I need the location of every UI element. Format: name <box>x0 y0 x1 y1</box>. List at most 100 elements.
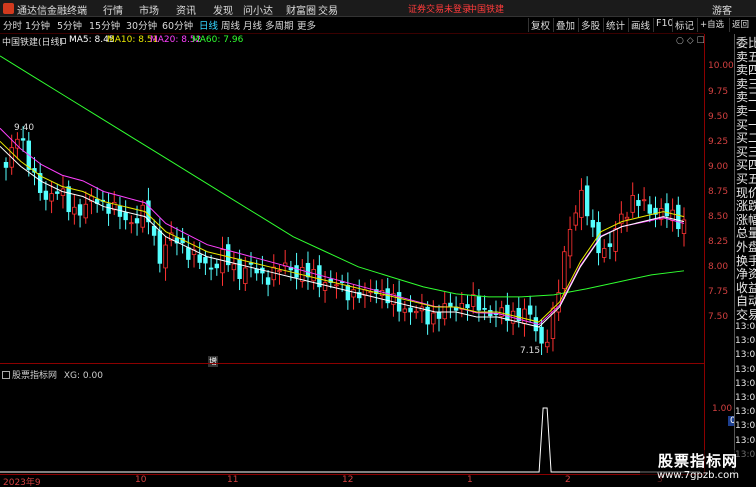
side-panel-item[interactable]: 买五 <box>736 172 756 186</box>
period-timeshare[interactable]: 分时 <box>3 18 22 32</box>
low-price-label: 7.15 <box>520 346 541 356</box>
side-panel-item[interactable]: 买二 <box>736 131 756 145</box>
side-panel-item[interactable]: 委比 <box>736 36 756 50</box>
date-tick: 11 <box>227 475 239 485</box>
period-1min[interactable]: 1分钟 <box>25 18 50 32</box>
multi-stock-button[interactable]: 多股 <box>578 18 602 32</box>
indicator-chart[interactable] <box>0 362 704 474</box>
side-panel-item[interactable]: 涨跌 <box>736 199 756 213</box>
candle <box>94 187 100 213</box>
menu-market-quotes[interactable]: 行情 <box>103 2 123 17</box>
price-tick: 8.00 <box>708 262 729 272</box>
date-tick: 1 <box>467 475 473 485</box>
back-button[interactable]: 返回 <box>729 18 751 32</box>
ma5-line <box>0 145 685 328</box>
period-multi[interactable]: 多周期 <box>265 18 294 32</box>
tick-time: 13:08 <box>735 407 756 418</box>
candle <box>619 201 624 234</box>
candle <box>505 292 510 332</box>
side-panel-item[interactable]: 收益 <box>736 281 756 295</box>
current-stock-link[interactable]: 中国铁建 <box>468 2 504 15</box>
side-panel-item[interactable]: 交易 <box>736 308 756 322</box>
side-panel-item[interactable]: 涨幅 <box>736 213 756 227</box>
side-panel-item[interactable]: 卖二 <box>736 90 756 104</box>
menu-trade[interactable]: 交易 <box>318 2 338 17</box>
menu-market[interactable]: 市场 <box>139 2 159 17</box>
side-panel-item[interactable]: 买四 <box>736 158 756 172</box>
candle <box>431 300 436 333</box>
candle <box>305 251 311 290</box>
price-tick: 7.75 <box>708 287 729 297</box>
side-panel-item[interactable]: 卖四 <box>736 63 756 77</box>
candle <box>527 295 533 323</box>
side-panel-item[interactable]: 卖五 <box>736 50 756 64</box>
candle <box>630 182 635 218</box>
side-panel-item[interactable]: 总量 <box>736 226 756 240</box>
legend-toggle-icon[interactable] <box>60 38 66 44</box>
guest-label[interactable]: 游客 <box>712 2 732 17</box>
login-status[interactable]: 证券交易未登录 <box>408 2 471 15</box>
side-panel-item[interactable]: 卖三 <box>736 77 756 91</box>
side-panel-item[interactable]: 买三 <box>736 145 756 159</box>
side-panel-item[interactable]: 现价 <box>736 186 756 200</box>
candle <box>510 302 516 336</box>
add-watchlist-button[interactable]: +自选 <box>697 18 726 32</box>
candle <box>123 200 128 230</box>
period-monthly[interactable]: 月线 <box>243 18 262 32</box>
candle <box>641 187 647 211</box>
candle <box>66 180 71 221</box>
period-15min[interactable]: 15分钟 <box>89 18 120 32</box>
side-panel-item[interactable]: 外盘 <box>736 240 756 254</box>
candle <box>482 295 487 321</box>
period-more[interactable]: 更多 <box>297 18 316 32</box>
menu-discover[interactable]: 发现 <box>213 2 233 17</box>
candle <box>647 196 653 223</box>
candle <box>129 215 134 234</box>
candle <box>300 259 305 288</box>
candle <box>579 178 584 231</box>
side-panel-item[interactable]: 净资 <box>736 267 756 281</box>
candle <box>681 207 687 247</box>
candle <box>391 283 396 317</box>
period-daily[interactable]: 日线 <box>199 18 218 32</box>
candle <box>374 280 379 304</box>
period-30min[interactable]: 30分钟 <box>126 18 157 32</box>
tick-time: 13:08 <box>735 378 756 389</box>
watermark-url: www.7gpzb.com <box>657 470 739 481</box>
tick-time: 13:08 <box>735 350 756 361</box>
tick-time: 13:08 <box>735 364 756 375</box>
side-panel-item[interactable]: 卖一 <box>736 104 756 118</box>
indicator-tick: 1.00 <box>712 404 733 414</box>
menu-ask-xiaoda[interactable]: 问小达 <box>243 2 273 17</box>
pane-controls[interactable]: ○ ◇ ☐ <box>676 36 705 46</box>
candle <box>328 270 333 289</box>
period-60min[interactable]: 60分钟 <box>162 18 193 32</box>
price-tick: 8.50 <box>708 212 729 222</box>
price-tick: 8.75 <box>708 187 729 197</box>
tick-time: 13:08 <box>735 322 756 332</box>
candle <box>163 236 168 281</box>
adjust-rights-button[interactable]: 复权 <box>528 18 552 32</box>
side-panel-item[interactable]: 自动 <box>736 294 756 308</box>
draw-line-button[interactable]: 画线 <box>628 18 652 32</box>
side-panel-item[interactable]: 买一 <box>736 118 756 132</box>
candle <box>442 291 447 326</box>
side-panel-item[interactable]: 换手 <box>736 254 756 268</box>
mark-button[interactable]: 标记 <box>672 18 696 32</box>
candle <box>590 209 596 237</box>
app-title: 通达信金融终端 <box>17 6 87 17</box>
price-chart[interactable] <box>0 46 704 355</box>
candle <box>453 296 459 322</box>
menu-wealth-circle[interactable]: 财富圈 <box>286 2 316 17</box>
candle <box>653 196 658 228</box>
period-weekly[interactable]: 周线 <box>221 18 240 32</box>
candle <box>607 231 613 260</box>
menu-news[interactable]: 资讯 <box>176 2 196 17</box>
candle <box>197 242 202 270</box>
candle <box>584 176 590 226</box>
period-5min[interactable]: 5分钟 <box>57 18 82 32</box>
overlay-button[interactable]: 叠加 <box>553 18 577 32</box>
candle <box>351 284 356 310</box>
tick-time: 13:08 <box>735 421 756 432</box>
statistics-button[interactable]: 统计 <box>603 18 627 32</box>
